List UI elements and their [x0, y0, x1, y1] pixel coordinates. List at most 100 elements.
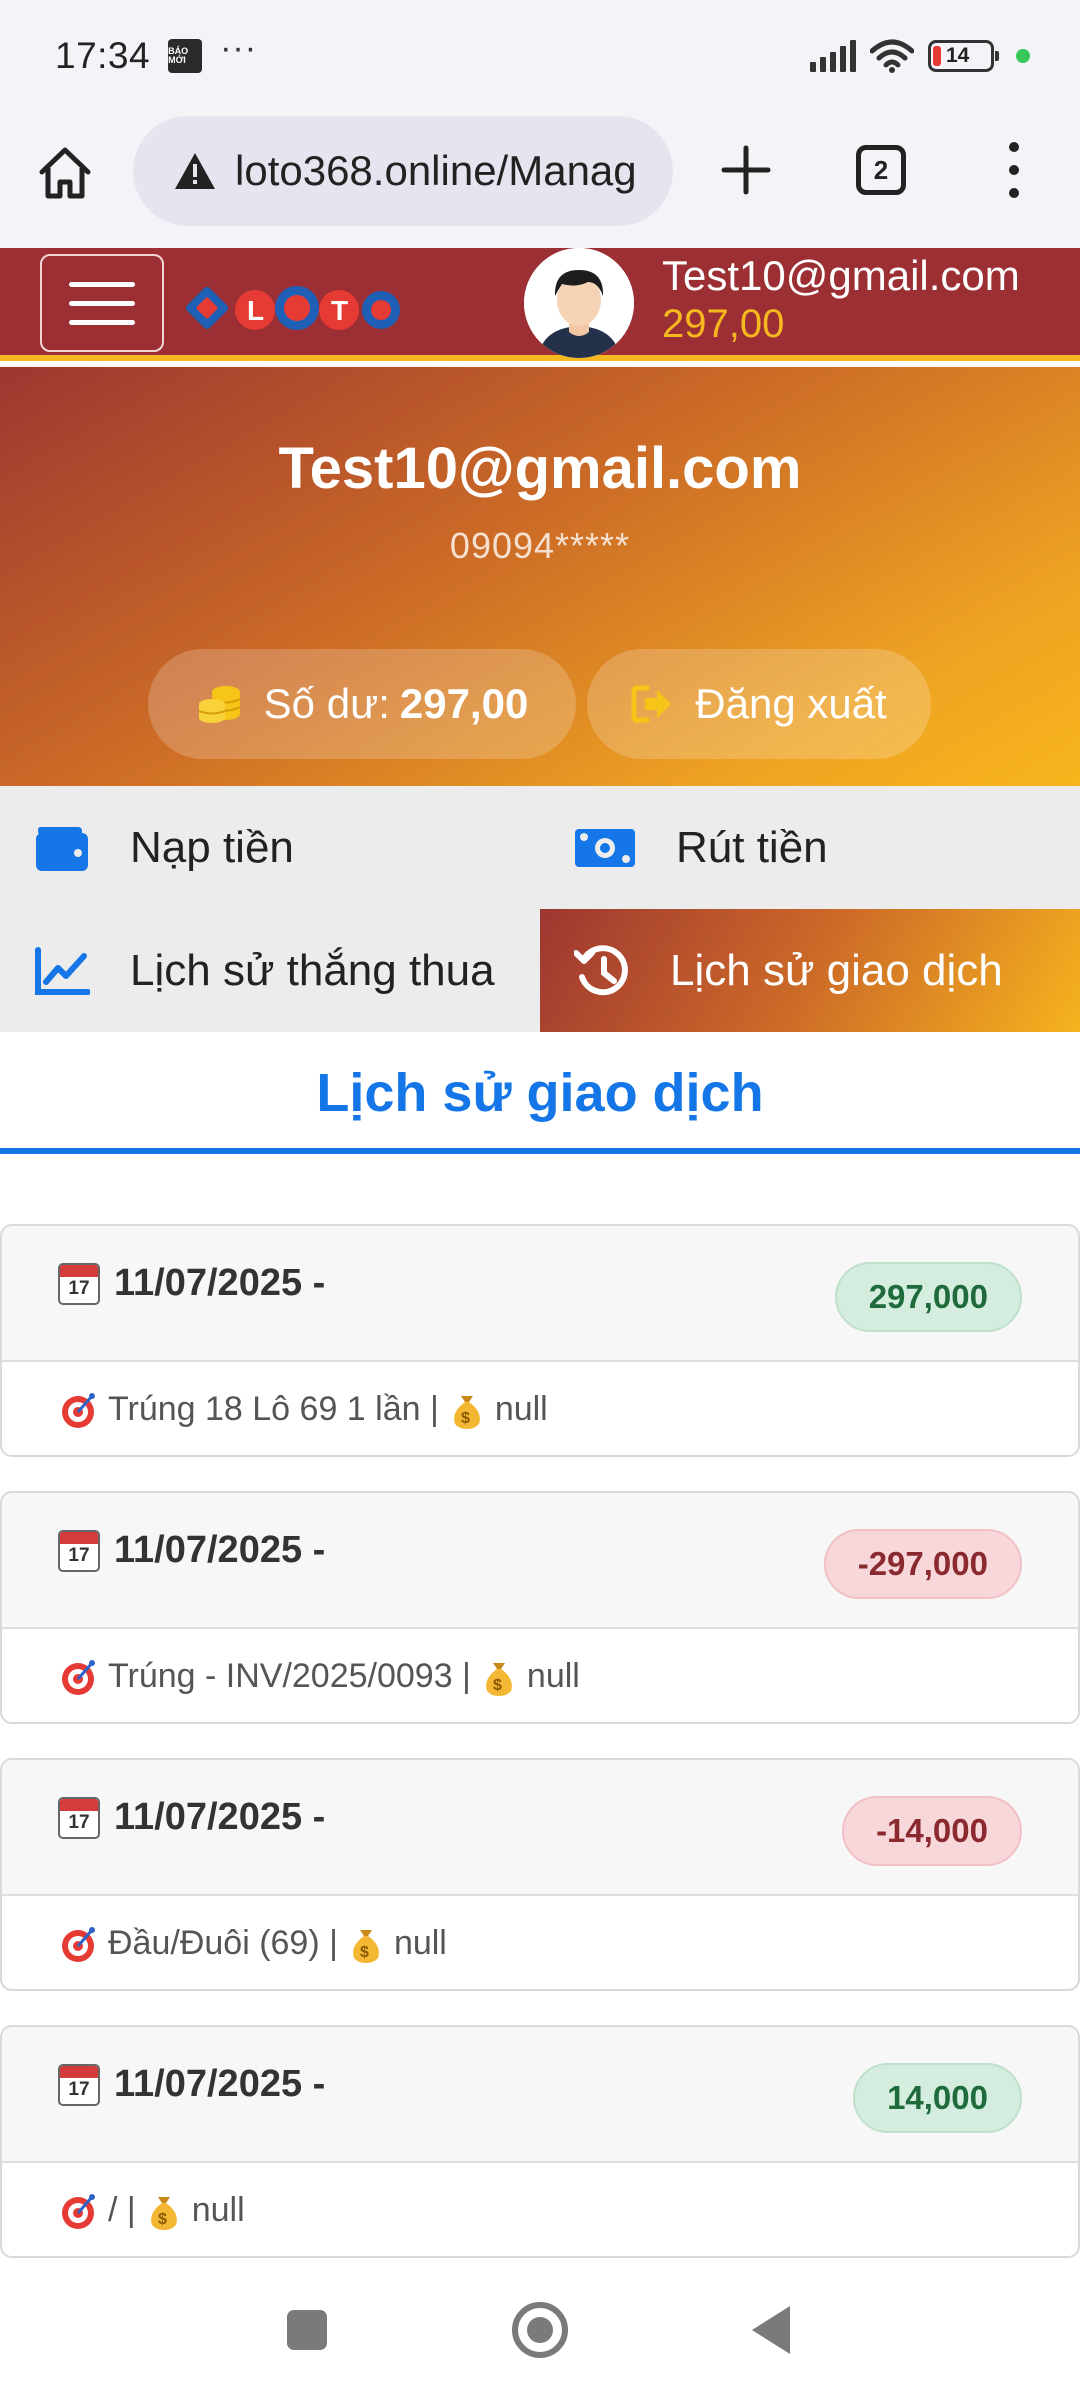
transaction-body: Trúng - INV/2025/0093 | $ null — [2, 1629, 1078, 1722]
battery-level: 14 — [946, 44, 970, 67]
status-time: 17:34 — [55, 35, 151, 76]
site-header: L T Test10@gmail.com 297,00 — [0, 248, 1080, 361]
menu-deposit-label[interactable]: Nạp tiền — [130, 823, 294, 873]
menu-win-loss-history-label[interactable]: Lịch sử thắng thua — [130, 946, 495, 996]
system-nav-bar — [0, 2262, 1080, 2400]
coins-icon — [198, 686, 241, 723]
transaction-card: 17 11/07/2025 - 14,000 / | $ null — [0, 2025, 1080, 2258]
money-bag-icon: $ — [353, 1929, 379, 1963]
battery-icon: 14 — [928, 40, 999, 72]
url-text[interactable]: loto368.online/Manag — [235, 147, 637, 195]
balance-label: Số dư: — [263, 680, 390, 727]
target-icon — [62, 1926, 95, 1962]
transaction-amount-badge: 297,000 — [834, 1262, 1022, 1332]
transaction-header: 17 11/07/2025 - 297,000 — [2, 1226, 1078, 1362]
privacy-indicator-dot — [1016, 49, 1030, 63]
logout-button[interactable]: Đăng xuất — [587, 649, 931, 759]
menu-withdraw-label[interactable]: Rút tiền — [676, 823, 828, 873]
calendar-icon: 17 — [58, 1529, 100, 1572]
balance-pill: Số dư: 297,00 — [148, 649, 576, 759]
transaction-card: 17 11/07/2025 - -14,000 Đầu/Đuôi (69) | … — [0, 1758, 1080, 1991]
baomoi-icon: BÁO MỚI — [168, 39, 203, 73]
calendar-icon: 17 — [58, 1262, 100, 1305]
transaction-header: 17 11/07/2025 - -297,000 — [2, 1493, 1078, 1629]
kebab-menu-icon[interactable] — [1000, 142, 1028, 198]
svg-text:$: $ — [158, 2211, 167, 2228]
money-icon — [575, 828, 635, 867]
svg-text:L: L — [247, 295, 264, 326]
menu-win-loss-history[interactable]: Lịch sử thắng thua — [0, 909, 540, 1032]
wifi-icon — [870, 39, 914, 73]
browser-toolbar: loto368.online/Manag 2 — [0, 112, 1080, 248]
transaction-note: null — [191, 2191, 245, 2229]
transaction-description: / | — [108, 2191, 136, 2229]
transaction-header: 17 11/07/2025 - -14,000 — [2, 1760, 1078, 1896]
new-tab-icon[interactable] — [718, 142, 774, 198]
transaction-date-text: 11/07/2025 - — [114, 2063, 326, 2105]
transaction-card: 17 11/07/2025 - 297,000 Trúng 18 Lô 69 1… — [0, 1224, 1080, 1457]
back-button[interactable] — [752, 2306, 790, 2354]
transaction-date: 17 11/07/2025 - — [58, 2063, 325, 2106]
money-bag-icon: $ — [150, 2196, 177, 2230]
svg-text:$: $ — [493, 1677, 502, 1694]
menu-transaction-history[interactable]: Lịch sử giao dịch — [540, 909, 1080, 1032]
status-bar: 17:34 BÁO MỚI ··· 14 — [0, 0, 1080, 112]
svg-text:$: $ — [461, 1410, 470, 1427]
transaction-header: 17 11/07/2025 - 14,000 — [2, 2027, 1078, 2163]
svg-text:$: $ — [360, 1944, 369, 1961]
logout-icon — [631, 685, 672, 723]
calendar-icon: 17 — [58, 1796, 100, 1839]
wallet-icon — [36, 826, 88, 871]
target-icon — [62, 1659, 95, 1695]
menu-deposit[interactable]: Nạp tiền — [0, 786, 540, 909]
target-icon — [62, 1392, 95, 1428]
address-bar[interactable]: loto368.online/Manag — [133, 116, 673, 226]
transaction-body: Đầu/Đuôi (69) | $ null — [2, 1896, 1078, 1989]
transaction-description: Trúng - INV/2025/0093 | — [108, 1657, 471, 1695]
section-title: Lịch sử giao dịch — [0, 1032, 1080, 1154]
tabs-icon[interactable]: 2 — [856, 145, 906, 195]
transaction-description: Đầu/Đuôi (69) | — [108, 1924, 338, 1962]
transaction-date-text: 11/07/2025 - — [114, 1796, 326, 1838]
profile-banner: Test10@gmail.com 09094***** Số dư: 297,0… — [0, 367, 1080, 786]
transaction-note: null — [494, 1390, 548, 1428]
home-icon[interactable] — [36, 144, 94, 202]
transaction-card: 17 11/07/2025 - -297,000 Trúng - INV/202… — [0, 1491, 1080, 1724]
profile-email: Test10@gmail.com — [278, 436, 802, 501]
money-bag-icon: $ — [453, 1395, 480, 1429]
transaction-amount-badge: -14,000 — [842, 1796, 1022, 1866]
transaction-date-text: 11/07/2025 - — [114, 1262, 326, 1304]
transaction-date: 17 11/07/2025 - — [58, 1796, 325, 1839]
balance-value: 297,00 — [399, 680, 529, 727]
logout-label[interactable]: Đăng xuất — [695, 680, 886, 728]
transaction-note: null — [526, 1657, 580, 1695]
chart-line-icon — [35, 946, 90, 995]
transaction-body: / | $ null — [2, 2163, 1078, 2256]
transaction-note: null — [393, 1924, 447, 1962]
profile-phone: 09094***** — [449, 525, 631, 566]
svg-text:T: T — [331, 295, 348, 326]
transaction-amount-badge: -297,000 — [823, 1529, 1022, 1599]
header-balance: 297,00 — [662, 302, 785, 346]
status-right-icons: 14 — [810, 39, 1030, 73]
recents-button[interactable] — [287, 2310, 327, 2350]
hamburger-menu-button[interactable] — [40, 254, 164, 352]
avatar[interactable] — [524, 248, 634, 358]
warning-icon[interactable] — [173, 151, 217, 191]
transaction-date: 17 11/07/2025 - — [58, 1262, 325, 1305]
money-bag-icon: $ — [486, 1662, 512, 1696]
header-email: Test10@gmail.com — [662, 252, 1020, 299]
calendar-icon: 17 — [58, 2063, 100, 2106]
transaction-amount-badge: 14,000 — [853, 2063, 1022, 2133]
signal-icon — [810, 40, 856, 72]
transaction-date-text: 11/07/2025 - — [114, 1529, 326, 1571]
transaction-body: Trúng 18 Lô 69 1 lần | $ null — [2, 1362, 1078, 1455]
loto-logo[interactable]: L T — [185, 278, 405, 338]
account-menu: Nạp tiền Rút tiền Lịch sử thắng thua Lịc… — [0, 786, 1080, 1032]
menu-withdraw[interactable]: Rút tiền — [540, 786, 1080, 909]
home-button[interactable] — [512, 2302, 568, 2358]
transaction-description: Trúng 18 Lô 69 1 lần | — [108, 1390, 439, 1428]
menu-transaction-history-label[interactable]: Lịch sử giao dịch — [670, 946, 1003, 996]
history-icon — [574, 944, 628, 995]
target-icon — [62, 2193, 95, 2229]
